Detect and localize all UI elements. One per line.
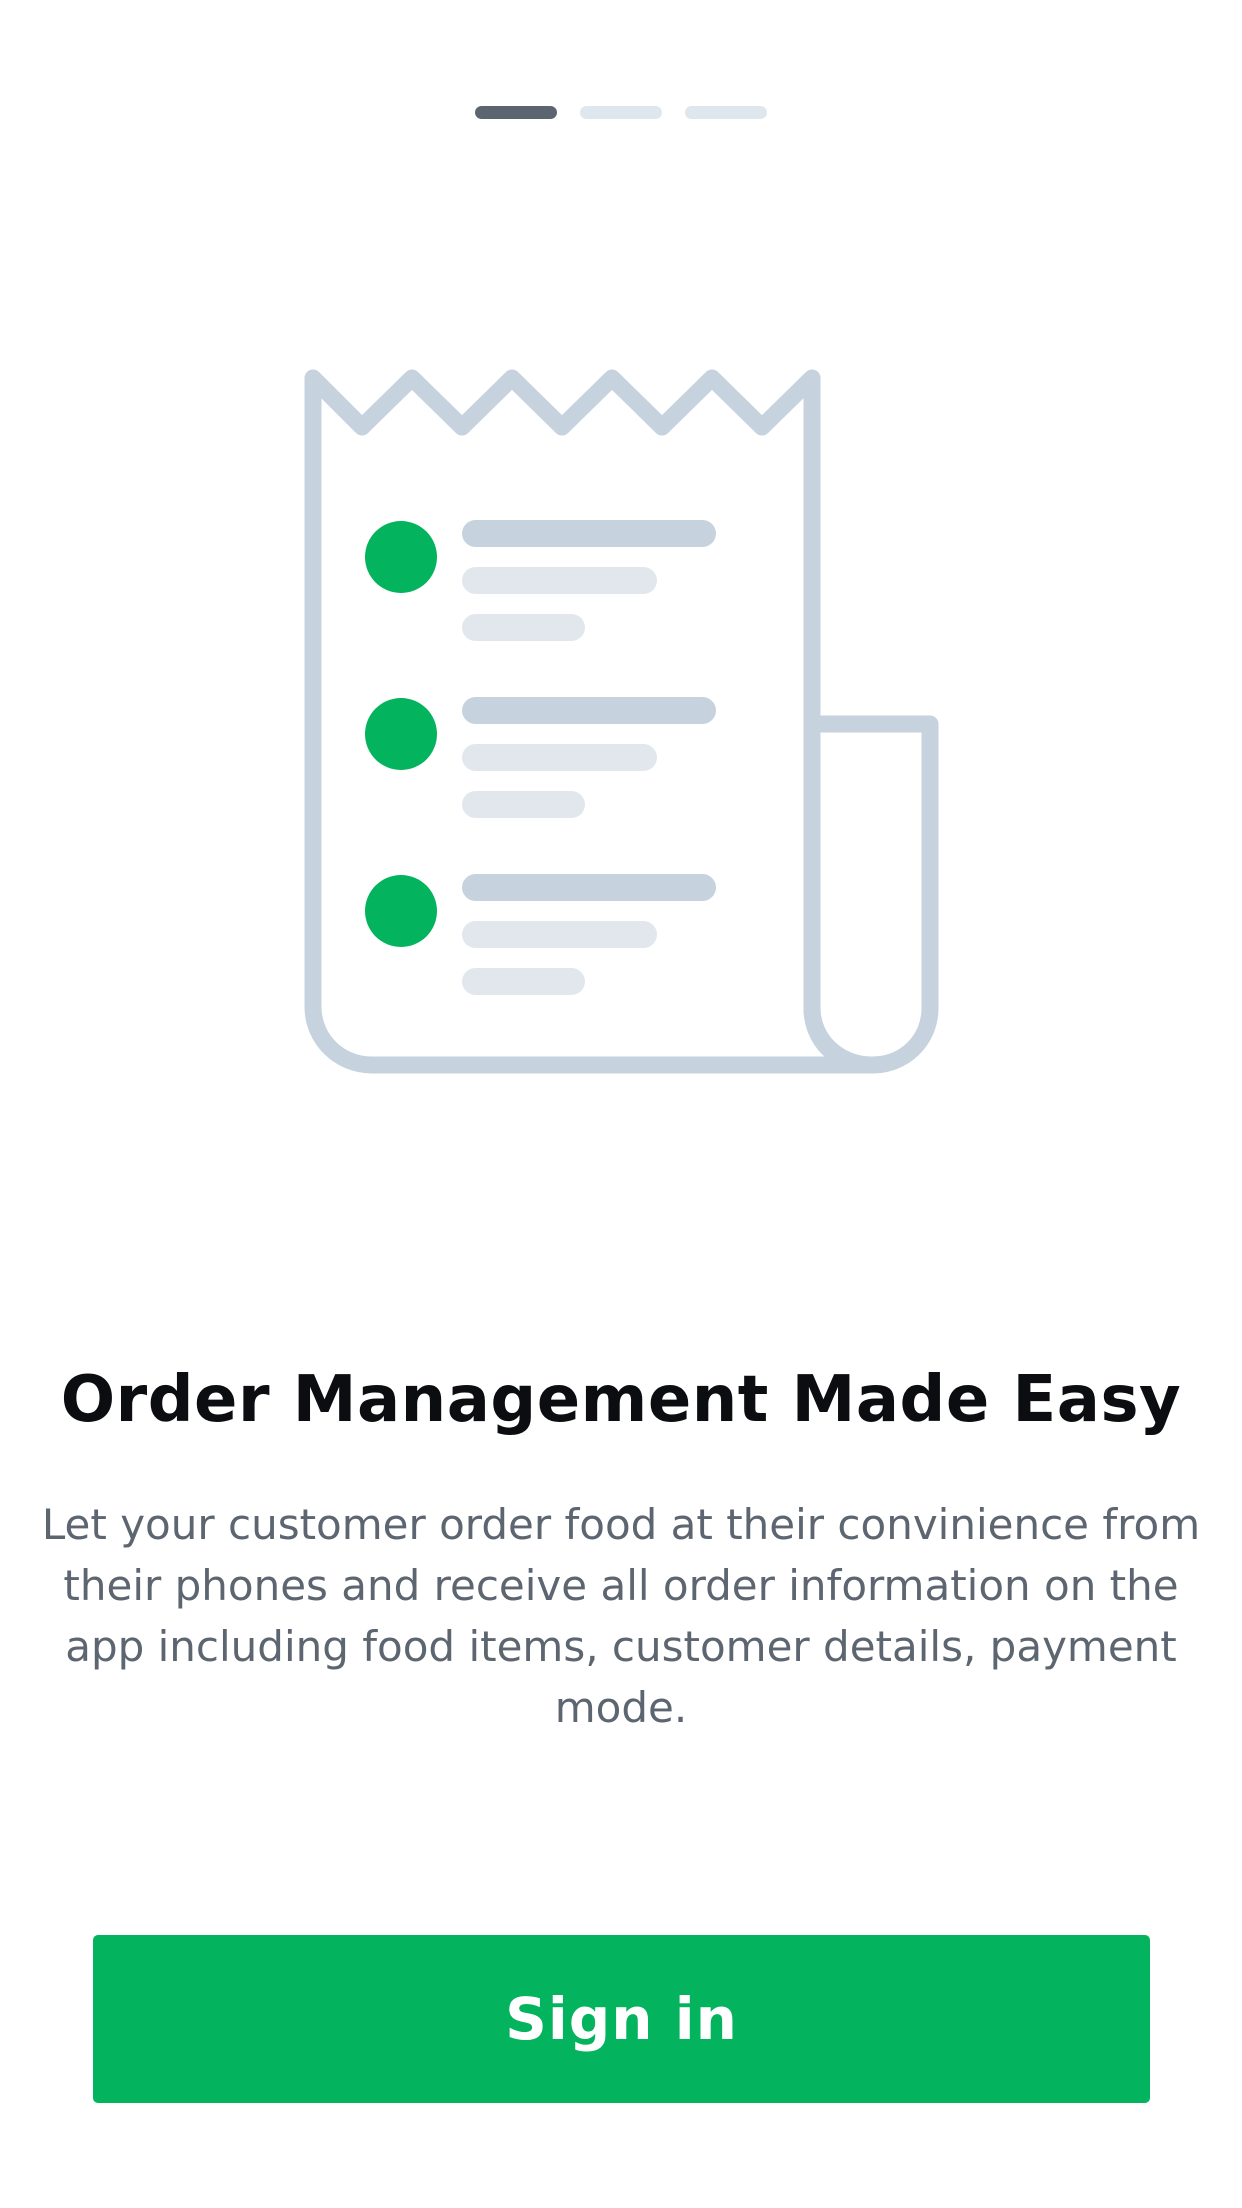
page-title: Order Management Made Easy xyxy=(60,1363,1182,1437)
item-line-tertiary-1 xyxy=(462,614,585,641)
receipt-curl xyxy=(803,715,939,1074)
receipt-icon xyxy=(304,369,939,1074)
item-line-primary-2 xyxy=(462,697,716,724)
item-bullet-3 xyxy=(365,875,437,947)
onboarding-screen: Order Management Made Easy Let your cust… xyxy=(0,0,1242,2208)
item-line-primary-3 xyxy=(462,874,716,901)
item-line-tertiary-2 xyxy=(462,791,585,818)
page-description: Let your customer order food at their co… xyxy=(41,1500,1201,1732)
item-line-primary-1 xyxy=(462,520,716,547)
item-bullet-2 xyxy=(365,698,437,770)
item-line-secondary-3 xyxy=(462,921,657,948)
item-line-secondary-2 xyxy=(462,744,657,771)
item-line-secondary-1 xyxy=(462,567,657,594)
sign-in-button[interactable]: Sign in xyxy=(93,1935,1150,2103)
item-bullet-1 xyxy=(365,521,437,593)
item-line-tertiary-3 xyxy=(462,968,585,995)
